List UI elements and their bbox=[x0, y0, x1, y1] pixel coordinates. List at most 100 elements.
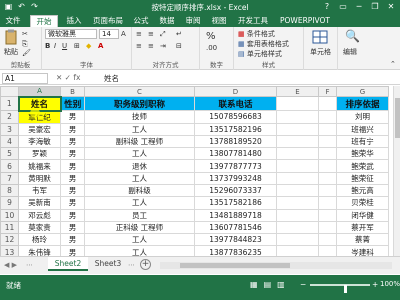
cell[interactable] bbox=[276, 147, 319, 161]
cell-sort-basis[interactable]: 鲍荣华 bbox=[336, 147, 389, 161]
page-break-view-icon[interactable]: ▥ bbox=[277, 280, 285, 289]
cell-title[interactable]: 工人 bbox=[84, 196, 195, 210]
bold-button[interactable]: B bbox=[45, 42, 50, 50]
cell[interactable] bbox=[276, 171, 319, 185]
cell-phone[interactable]: 13517582196 bbox=[194, 122, 277, 136]
row-header[interactable]: 13 bbox=[0, 245, 19, 256]
cells-button[interactable]: 单元格 bbox=[310, 47, 331, 57]
header-cell-gender[interactable]: 性别 bbox=[60, 96, 85, 111]
row-header[interactable]: 6 bbox=[0, 159, 19, 173]
cell[interactable] bbox=[276, 208, 319, 222]
align-top-icon[interactable]: ≡ bbox=[136, 30, 142, 38]
cell-sort-basis[interactable]: 鲍荣武 bbox=[336, 159, 389, 173]
cell-name[interactable]: 吴豪宏 bbox=[18, 122, 61, 136]
cell-name[interactable]: 杨玲 bbox=[18, 233, 61, 247]
row-header[interactable]: 4 bbox=[0, 134, 19, 149]
cell[interactable] bbox=[276, 245, 319, 256]
cell[interactable] bbox=[318, 245, 337, 256]
cell-sort-basis[interactable]: 蔡开军 bbox=[336, 220, 389, 235]
cell-phone[interactable]: 13977844823 bbox=[194, 233, 277, 247]
align-center-icon[interactable]: ≡ bbox=[148, 42, 154, 50]
cell-gender[interactable]: 男 bbox=[60, 233, 85, 247]
cell-gender[interactable]: 男 bbox=[60, 171, 85, 185]
decimal-icon[interactable]: .00 bbox=[206, 44, 217, 52]
cell-sort-basis[interactable]: 班有宁 bbox=[336, 134, 389, 149]
header-cell-name[interactable]: 姓名 bbox=[17, 95, 62, 112]
cell-title[interactable]: 工人 bbox=[84, 147, 195, 161]
horizontal-scrollbar[interactable] bbox=[160, 262, 392, 269]
cut-icon[interactable]: ✂ bbox=[22, 30, 28, 38]
zoom-level[interactable]: 100% bbox=[380, 280, 400, 288]
cell-gender[interactable]: 男 bbox=[60, 134, 85, 149]
cell-name[interactable]: 李海敏 bbox=[18, 134, 61, 149]
sheet-more-left[interactable]: ⋯ bbox=[26, 261, 33, 269]
row-header[interactable]: 7 bbox=[0, 171, 19, 185]
tab-insert[interactable]: 插入 bbox=[62, 15, 86, 27]
minimize-icon[interactable]: ─ bbox=[352, 1, 366, 12]
cell-sort-basis[interactable]: 岑建科 bbox=[336, 245, 389, 256]
zoom-in-icon[interactable]: + bbox=[372, 280, 378, 289]
tab-page-layout[interactable]: 页面布局 bbox=[90, 15, 126, 27]
cell-title[interactable]: 技师 bbox=[84, 110, 195, 124]
cell-title[interactable]: 正科级 工程师 bbox=[84, 220, 195, 235]
cell-sort-basis[interactable]: 蔡菁 bbox=[336, 233, 389, 247]
orientation-icon[interactable]: ⤢ bbox=[160, 30, 166, 39]
row-header[interactable]: 10 bbox=[0, 208, 19, 222]
sheet-tab-sheet3[interactable]: Sheet3 bbox=[88, 257, 128, 271]
cell-sort-basis[interactable]: 贝荣桂 bbox=[336, 196, 389, 210]
cell-phone[interactable]: 13977877773 bbox=[194, 159, 277, 173]
border-icon[interactable]: ⊞ bbox=[74, 42, 80, 50]
cell[interactable] bbox=[318, 208, 337, 222]
tab-review[interactable]: 审阅 bbox=[182, 15, 204, 27]
align-left-icon[interactable]: ≡ bbox=[136, 42, 142, 50]
align-middle-icon[interactable]: ≡ bbox=[148, 30, 154, 38]
cell-phone[interactable]: 13607781546 bbox=[194, 220, 277, 235]
cell-gender[interactable]: 男 bbox=[60, 159, 85, 173]
row-header[interactable]: 12 bbox=[0, 233, 19, 247]
sheet-tab-sheet2[interactable]: Sheet2 bbox=[48, 257, 88, 271]
page-layout-view-icon[interactable]: ▤ bbox=[264, 280, 272, 289]
cell[interactable] bbox=[318, 220, 337, 235]
cell-title[interactable]: 退休 bbox=[84, 159, 195, 173]
row-header[interactable]: 9 bbox=[0, 196, 19, 210]
cell-gender[interactable]: 男 bbox=[60, 122, 85, 136]
cell[interactable] bbox=[276, 220, 319, 235]
cell-name[interactable]: 邓云彪 bbox=[18, 208, 61, 222]
cell-gender[interactable]: 男 bbox=[60, 208, 85, 222]
cell-style-button[interactable]: ▤ 单元格样式 bbox=[238, 49, 282, 59]
spreadsheet-grid[interactable]: A B C D E F G 1 姓名 性别 职务级别职称 联系电话 排序依据 2… bbox=[0, 86, 393, 256]
column-header-B[interactable]: B bbox=[60, 86, 85, 97]
header-cell-phone[interactable]: 联系电话 bbox=[194, 96, 277, 111]
collapse-ribbon-icon[interactable]: ⌃ bbox=[390, 60, 396, 68]
cell-title[interactable]: 副科级 bbox=[84, 183, 195, 198]
cell[interactable] bbox=[318, 233, 337, 247]
cell[interactable] bbox=[318, 134, 337, 149]
cell-phone[interactable]: 13788189520 bbox=[194, 134, 277, 149]
add-sheet-icon[interactable]: + bbox=[140, 259, 151, 270]
cell[interactable] bbox=[276, 96, 319, 111]
cell[interactable] bbox=[318, 122, 337, 136]
tab-developer[interactable]: 开发工具 bbox=[234, 15, 272, 27]
cell-title[interactable]: 工人 bbox=[84, 122, 195, 136]
percent-button[interactable]: % bbox=[206, 31, 216, 42]
underline-button[interactable]: U bbox=[62, 42, 67, 50]
formula-controls[interactable]: ✕ ✓ fx bbox=[56, 73, 80, 82]
cell[interactable] bbox=[276, 233, 319, 247]
row-header[interactable]: 2 bbox=[0, 110, 19, 124]
cell-name[interactable]: 吴新南 bbox=[18, 196, 61, 210]
tab-home[interactable]: 开始 bbox=[30, 15, 58, 27]
normal-view-icon[interactable]: ▦ bbox=[250, 280, 258, 289]
italic-button[interactable]: I bbox=[54, 42, 56, 50]
cell-gender[interactable]: 男 bbox=[60, 147, 85, 161]
font-size-select[interactable]: 14 bbox=[99, 29, 119, 39]
cell-sort-basis[interactable]: 刘明 bbox=[336, 110, 389, 124]
select-all-corner[interactable] bbox=[0, 86, 19, 97]
cell-title[interactable]: 工人 bbox=[84, 245, 195, 256]
zoom-slider-knob[interactable] bbox=[344, 285, 347, 293]
name-box[interactable]: A1 bbox=[2, 73, 48, 84]
cell-phone[interactable]: 15078596683 bbox=[194, 110, 277, 124]
cell[interactable] bbox=[276, 110, 319, 124]
cell-title[interactable]: 副科级 工程师 bbox=[84, 134, 195, 149]
cell-phone[interactable]: 13877836235 bbox=[194, 245, 277, 256]
font-color-icon[interactable]: A bbox=[98, 42, 103, 50]
